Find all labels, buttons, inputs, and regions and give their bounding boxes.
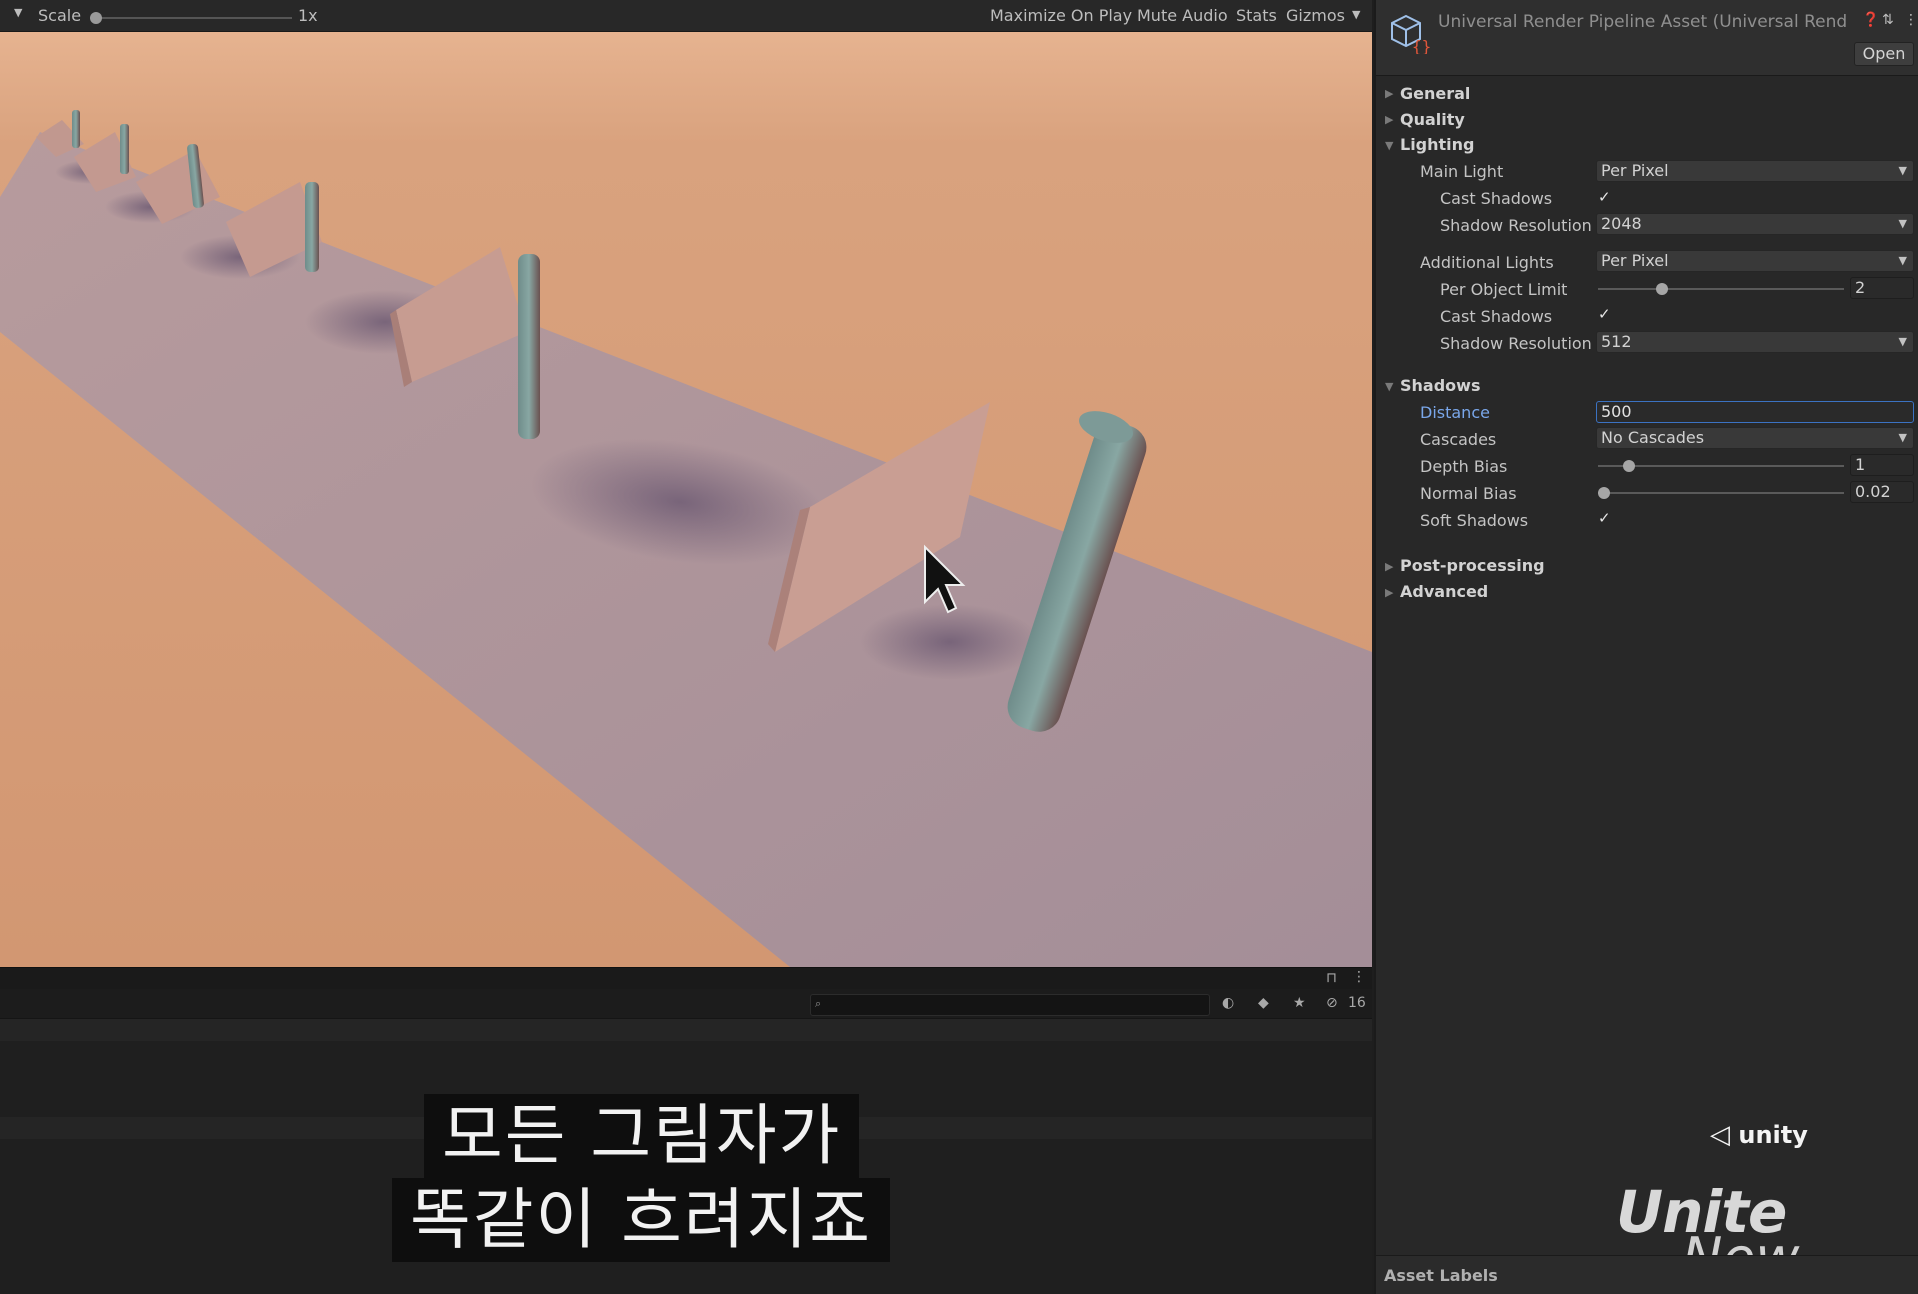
favorites-star-icon[interactable]: ★ <box>1293 995 1306 1011</box>
game-viewport[interactable] <box>0 32 1372 967</box>
hidden-packages-count: 16 <box>1348 995 1366 1011</box>
main-shadow-resolution-dropdown[interactable]: 2048 ▼ <box>1596 213 1914 235</box>
main-light-dropdown[interactable]: Per Pixel ▼ <box>1596 160 1914 182</box>
lock-icon[interactable]: ⊓ <box>1326 970 1337 986</box>
main-light-label: Main Light <box>1420 162 1504 181</box>
section-general[interactable]: General <box>1400 84 1470 103</box>
project-search-input[interactable]: ⌕ <box>810 994 1210 1016</box>
lighting-fold-arrow-icon[interactable]: ▼ <box>1385 139 1393 152</box>
advanced-fold-arrow-icon[interactable]: ▶ <box>1385 586 1393 599</box>
project-list-row <box>0 1019 1372 1041</box>
help-icon[interactable]: ❓ <box>1862 12 1879 28</box>
cascades-dropdown[interactable]: No Cascades ▼ <box>1596 427 1914 449</box>
mute-audio-toggle[interactable]: Mute Audio <box>1137 6 1228 25</box>
normal-bias-label: Normal Bias <box>1420 484 1517 503</box>
unity-cube-icon: ◁ <box>1710 1120 1730 1150</box>
gizmos-dropdown-icon[interactable]: ▼ <box>1352 8 1360 21</box>
section-shadows[interactable]: Shadows <box>1400 376 1480 395</box>
unity-editor-window: ▼ Scale 1x Maximize On Play Mute Audio S… <box>0 0 1918 1294</box>
main-light-value: Per Pixel <box>1601 161 1669 180</box>
quality-fold-arrow-icon[interactable]: ▶ <box>1385 113 1393 126</box>
filter-by-label-icon[interactable]: ◆ <box>1258 995 1269 1011</box>
scale-label: Scale <box>38 6 82 25</box>
scale-value: 1x <box>298 6 318 25</box>
main-shadow-resolution-label: Shadow Resolution <box>1440 216 1592 235</box>
additional-cast-shadows-checkbox[interactable]: ✓ <box>1598 305 1616 323</box>
unity-wordmark: unity <box>1738 1121 1808 1149</box>
per-object-limit-slider[interactable] <box>1598 288 1844 290</box>
main-cast-shadows-label: Cast Shadows <box>1440 189 1553 208</box>
stats-toggle[interactable]: Stats <box>1236 6 1277 25</box>
depth-bias-field[interactable]: 1 <box>1850 454 1914 476</box>
normal-bias-field[interactable]: 0.02 <box>1850 481 1914 503</box>
gizmos-toggle[interactable]: Gizmos <box>1286 6 1345 25</box>
post-processing-fold-arrow-icon[interactable]: ▶ <box>1385 560 1393 573</box>
more-options-icon[interactable]: ⋮ <box>1352 969 1366 985</box>
depth-bias-slider-handle[interactable] <box>1623 460 1635 472</box>
per-object-limit-field[interactable]: 2 <box>1850 277 1914 299</box>
open-button[interactable]: Open <box>1854 42 1914 66</box>
additional-lights-dropdown[interactable]: Per Pixel ▼ <box>1596 250 1914 272</box>
depth-bias-label: Depth Bias <box>1420 457 1508 476</box>
render-pipeline-asset-icon: {} <box>1391 14 1430 54</box>
scale-dropdown-icon[interactable]: ▼ <box>14 6 22 19</box>
inspector-header: {} Universal Render Pipeline Asset (Univ… <box>1376 0 1918 76</box>
hidden-packages-icon[interactable]: ⊘ <box>1326 995 1338 1011</box>
additional-shadow-resolution-label: Shadow Resolution <box>1440 334 1592 353</box>
main-shadow-resolution-value: 2048 <box>1601 214 1642 233</box>
preset-settings-icon[interactable]: ⇅ <box>1882 12 1894 28</box>
search-icon: ⌕ <box>815 997 822 1010</box>
additional-lights-value: Per Pixel <box>1601 251 1669 270</box>
context-menu-icon[interactable]: ⋮ <box>1904 12 1918 28</box>
subtitle-line-1: 모든 그림자가 <box>424 1094 860 1178</box>
main-cast-shadows-checkbox[interactable]: ✓ <box>1598 188 1616 206</box>
maximize-on-play-toggle[interactable]: Maximize On Play <box>990 6 1132 25</box>
svg-text:{}: {} <box>1412 37 1430 54</box>
additional-shadow-resolution-dropdown[interactable]: 512 ▼ <box>1596 331 1914 353</box>
per-object-limit-label: Per Object Limit <box>1440 280 1568 299</box>
section-advanced[interactable]: Advanced <box>1400 582 1488 601</box>
asset-labels-title: Asset Labels <box>1384 1266 1498 1285</box>
cascades-value: No Cascades <box>1601 428 1705 447</box>
soft-shadows-label: Soft Shadows <box>1420 511 1529 530</box>
chevron-down-icon: ▼ <box>1898 254 1907 267</box>
scale-slider-handle[interactable] <box>90 12 102 24</box>
unity-logo: ◁ unity <box>1710 1120 1808 1150</box>
project-panel-header: ⊓ ⋮ <box>0 967 1372 989</box>
additional-cast-shadows-label: Cast Shadows <box>1440 307 1553 326</box>
section-quality[interactable]: Quality <box>1400 110 1465 129</box>
chevron-down-icon: ▼ <box>1898 335 1907 348</box>
cascades-label: Cascades <box>1420 430 1497 449</box>
additional-shadow-resolution-value: 512 <box>1601 332 1632 351</box>
per-object-limit-slider-handle[interactable] <box>1656 283 1668 295</box>
section-post-processing[interactable]: Post-processing <box>1400 556 1545 575</box>
chevron-down-icon: ▼ <box>1898 431 1907 444</box>
game-view-toolbar: ▼ Scale 1x Maximize On Play Mute Audio S… <box>0 0 1372 32</box>
shadow-distance-input[interactable]: 500 <box>1596 401 1914 423</box>
asset-labels-bar[interactable]: Asset Labels <box>1376 1255 1918 1294</box>
subtitle-line-2: 똑같이 흐려지죠 <box>392 1178 891 1262</box>
chevron-down-icon: ▼ <box>1898 164 1907 177</box>
normal-bias-slider[interactable] <box>1598 492 1844 494</box>
soft-shadows-checkbox[interactable]: ✓ <box>1598 509 1616 527</box>
project-panel-toolbar: ⌕ ◐ ◆ ★ ⊘ 16 <box>0 989 1372 1019</box>
shadow-distance-label: Distance <box>1420 403 1490 422</box>
scene-render <box>0 32 1372 967</box>
inspector-panel: {} Universal Render Pipeline Asset (Univ… <box>1374 0 1918 1294</box>
additional-lights-label: Additional Lights <box>1420 253 1554 272</box>
general-fold-arrow-icon[interactable]: ▶ <box>1385 87 1393 100</box>
filter-by-type-icon[interactable]: ◐ <box>1222 995 1234 1011</box>
chevron-down-icon: ▼ <box>1898 217 1907 230</box>
section-lighting[interactable]: Lighting <box>1400 135 1475 154</box>
shadows-fold-arrow-icon[interactable]: ▼ <box>1385 380 1393 393</box>
asset-title: Universal Render Pipeline Asset (Univers… <box>1438 12 1848 32</box>
normal-bias-slider-handle[interactable] <box>1598 487 1610 499</box>
scale-slider-track[interactable] <box>92 17 292 19</box>
